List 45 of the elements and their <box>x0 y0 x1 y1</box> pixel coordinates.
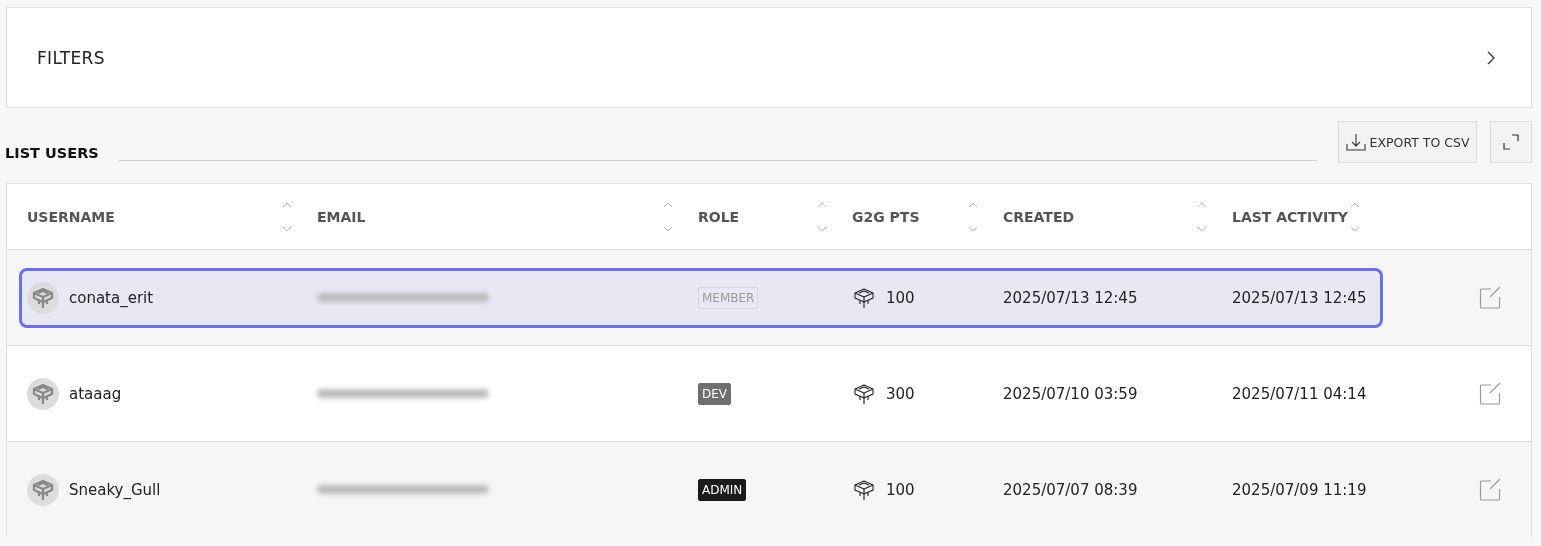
username: conata_erit <box>69 288 154 307</box>
avatar-icon <box>27 281 59 314</box>
created-date: 2025/07/10 03:59 <box>1003 384 1138 403</box>
fullscreen-button[interactable] <box>1490 121 1532 163</box>
table-row[interactable]: ataaag DEV 300 2025/07/10 03:59 2025/07/11 04:14 <box>19 363 1383 424</box>
points-value: 100 <box>886 480 915 499</box>
avatar-icon <box>27 377 59 410</box>
points-value: 300 <box>886 384 915 403</box>
column-header[interactable]: G2G PTS <box>847 201 998 232</box>
last-activity-date: 2025/07/09 11:19 <box>1232 480 1367 499</box>
created-date: 2025/07/13 12:45 <box>1003 288 1138 307</box>
avatar-icon <box>27 473 59 506</box>
sort-icon[interactable] <box>1350 201 1360 232</box>
last-activity-date: 2025/07/13 12:45 <box>1232 288 1367 307</box>
role-tag: MEMBER <box>698 286 759 309</box>
download-icon <box>1345 133 1366 151</box>
sort-icon[interactable] <box>282 201 292 232</box>
username: ataaag <box>69 384 122 403</box>
column-header[interactable]: LAST ACTIVITY <box>1227 201 1380 232</box>
column-header[interactable]: ROLE <box>693 201 847 232</box>
column-header[interactable]: USERNAME <box>22 201 312 232</box>
expand-icon <box>1503 134 1519 150</box>
column-header[interactable]: EMAIL <box>312 201 693 232</box>
points-icon <box>852 285 876 310</box>
last-activity-date: 2025/07/11 04:14 <box>1232 384 1367 403</box>
points-icon <box>852 381 876 406</box>
chevron-right-icon[interactable] <box>1487 50 1495 65</box>
role-tag: DEV <box>698 382 732 405</box>
column-header[interactable]: CREATED <box>998 201 1227 232</box>
created-date: 2025/07/07 08:39 <box>1003 480 1138 499</box>
sort-icon[interactable] <box>663 201 673 232</box>
sort-icon[interactable] <box>968 201 978 232</box>
export-button[interactable]: EXPORT TO CSV <box>1338 121 1477 163</box>
points-value: 100 <box>886 288 915 307</box>
edit-icon[interactable] <box>1478 381 1502 406</box>
edit-icon[interactable] <box>1478 477 1502 502</box>
username: Sneaky_Gull <box>69 480 161 499</box>
selected-row-highlight[interactable]: conata_erit MEMBER 100 2025/07/13 12:45 2025/07/13 12:45 <box>19 267 1383 328</box>
sort-icon[interactable] <box>1197 201 1207 232</box>
role-tag: ADMIN <box>698 478 747 501</box>
sort-icon[interactable] <box>817 201 827 232</box>
edit-icon[interactable] <box>1478 285 1502 310</box>
section-title: LIST USERS <box>5 144 99 163</box>
filters-label[interactable]: FILTERS <box>37 47 105 68</box>
points-icon <box>852 477 876 502</box>
